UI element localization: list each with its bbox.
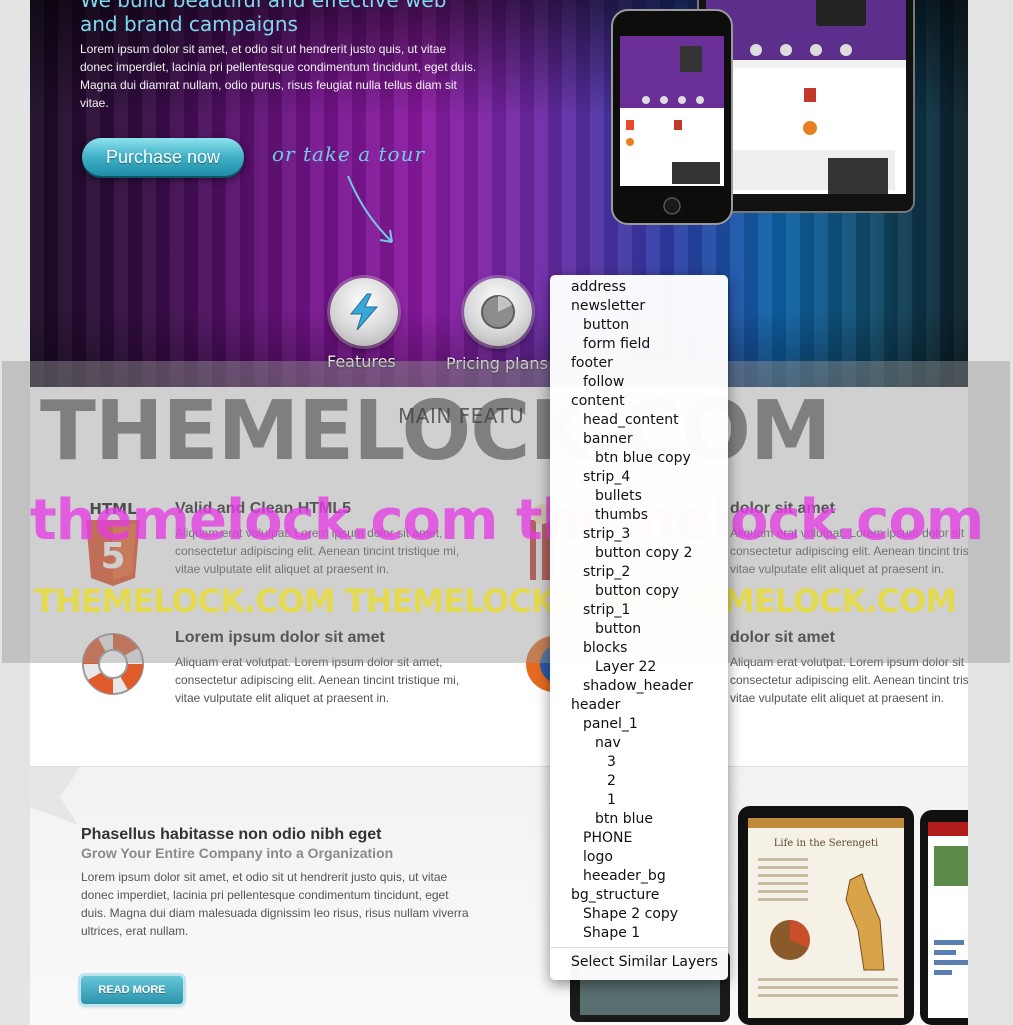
layer-menu-item[interactable]: 2 — [550, 772, 728, 791]
layer-menu-item[interactable]: 1 — [550, 791, 728, 810]
layer-menu-item[interactable]: button copy — [550, 582, 728, 601]
hero-headline-line2: and brand campaigns — [80, 12, 298, 36]
layer-menu-item[interactable]: Shape 1 — [550, 924, 728, 943]
purchase-now-button[interactable]: Purchase now — [82, 138, 244, 176]
layer-menu-item[interactable]: heeader_bg — [550, 867, 728, 886]
features-round-button[interactable] — [330, 278, 398, 346]
lower-body-text: Lorem ipsum dolor sit amet, et odio sit … — [81, 870, 469, 938]
layer-menu-item[interactable]: logo — [550, 848, 728, 867]
layer-menu-item[interactable]: strip_1 — [550, 601, 728, 620]
pie-chart-icon — [481, 295, 515, 329]
hero-body-text: Lorem ipsum dolor sit amet, et odio sit … — [80, 42, 477, 110]
svg-text:Life in the Serengeti: Life in the Serengeti — [774, 838, 878, 849]
layer-menu-item[interactable]: strip_3 — [550, 525, 728, 544]
hero-headline-line1: We build beautiful and effective web — [80, 0, 447, 12]
layer-menu-item[interactable]: Shape 2 copy — [550, 905, 728, 924]
watermark-text-yellow: THEMELOCK.COM THEMELOCK.COM THEMELOCK.CO… — [34, 582, 957, 620]
layer-menu-item[interactable]: blocks — [550, 639, 728, 658]
layer-menu-item[interactable]: strip_2 — [550, 563, 728, 582]
read-more-button[interactable]: READ MORE — [81, 976, 183, 1004]
curved-arrow-icon — [347, 175, 393, 243]
layer-menu-item[interactable]: 3 — [550, 753, 728, 772]
hero-headline: We build beautiful and effective web and… — [80, 0, 500, 36]
star-decoration-icon — [30, 767, 80, 825]
layer-menu-item[interactable]: footer — [550, 354, 728, 373]
select-layer-context-menu: address newsletter button form field footer f… — [550, 275, 728, 980]
layer-menu-item[interactable]: button — [550, 316, 728, 335]
menu-separator — [550, 947, 728, 948]
layer-menu-item[interactable]: banner — [550, 430, 728, 449]
take-a-tour-link[interactable]: or take a tour — [272, 142, 425, 166]
layer-menu-item[interactable]: strip_4 — [550, 468, 728, 487]
layer-menu-item[interactable]: btn blue — [550, 810, 728, 829]
layer-menu-item[interactable]: bullets — [550, 487, 728, 506]
layer-menu-item[interactable]: header — [550, 696, 728, 715]
watermark-text-pink: themelock.com themelock.com — [30, 488, 984, 553]
lightning-icon — [349, 293, 379, 331]
select-similar-layers-item[interactable]: Select Similar Layers — [550, 954, 728, 970]
pricing-round-button[interactable] — [464, 278, 532, 346]
layer-menu-item[interactable]: button — [550, 620, 728, 639]
layer-menu-item[interactable]: newsletter — [550, 297, 728, 316]
lower-title: Phasellus habitasse non odio nibh eget — [81, 826, 382, 843]
layer-menu-item[interactable]: content — [550, 392, 728, 411]
layer-menu-item[interactable]: shadow_header — [550, 677, 728, 696]
layer-menu-item[interactable]: form field — [550, 335, 728, 354]
layer-menu-item[interactable]: PHONE — [550, 829, 728, 848]
layer-menu-item[interactable]: btn blue copy — [550, 449, 728, 468]
layer-menu-item[interactable]: button copy 2 — [550, 544, 728, 563]
layer-menu-item[interactable]: thumbs — [550, 506, 728, 525]
hero-banner: We build beautiful and effective web and… — [30, 0, 968, 387]
layer-menu-item[interactable]: address — [550, 278, 728, 297]
devices-illustration — [611, 0, 915, 225]
layer-menu-item[interactable]: nav — [550, 734, 728, 753]
layer-menu-item[interactable]: bg_structure — [550, 886, 728, 905]
layer-menu-item[interactable]: Layer 22 — [550, 658, 728, 677]
layer-menu-item[interactable]: panel_1 — [550, 715, 728, 734]
lower-subtitle: Grow Your Entire Company into a Organiza… — [81, 845, 394, 861]
layer-menu-item[interactable]: head_content — [550, 411, 728, 430]
layer-menu-item[interactable]: follow — [550, 373, 728, 392]
layer-list: address newsletter button form field footer f… — [550, 278, 728, 943]
